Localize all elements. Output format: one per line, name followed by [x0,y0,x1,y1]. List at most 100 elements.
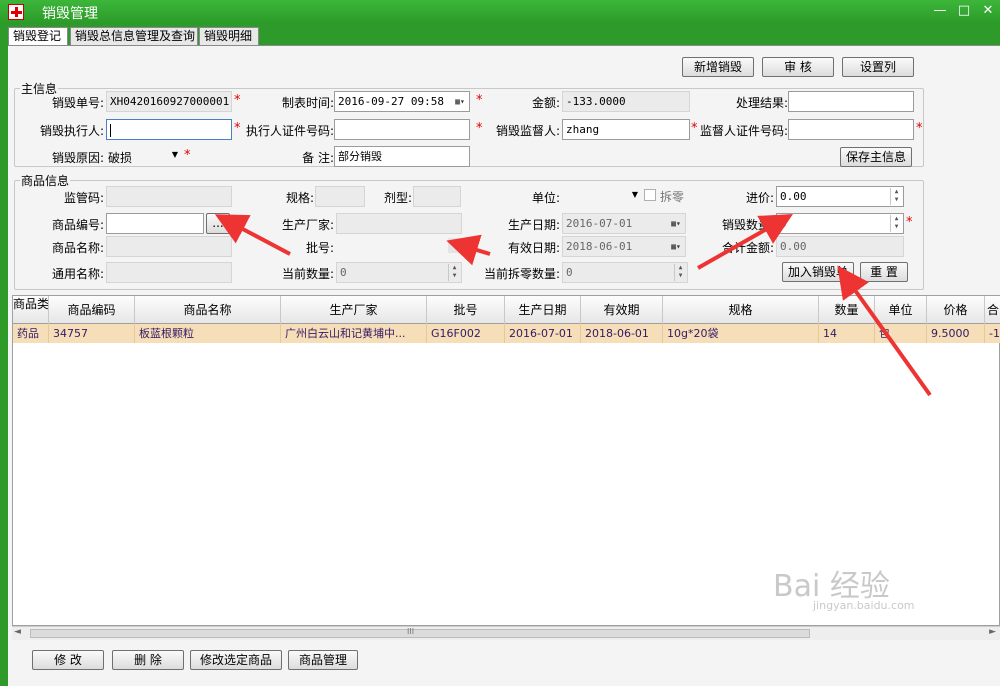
tab-destroy-detail[interactable]: 销毁明细 [199,27,259,45]
doc-no-field: XH0420160927000001 [106,91,232,112]
current-split-qty-label: 当前拆零数量: [483,267,560,281]
manufacturer-label: 生产厂家: [281,218,334,232]
table-cell: 2016-07-01 [505,324,581,343]
spinner-arrows[interactable]: ▲ ▼ [890,188,902,205]
spinner-arrows[interactable]: ▲ ▼ [890,215,902,232]
required-mark: * [234,215,241,230]
spin-down-icon[interactable]: ▼ [891,223,902,231]
spec-label: 规格: [285,191,314,205]
amount-label: 金额: [531,96,560,110]
split-checkbox[interactable] [644,189,656,201]
amount-field: -133.0000 [562,91,690,112]
table-cell: G16F002 [427,324,505,343]
supervisor-id-label: 监督人证件号码: [699,124,788,138]
spin-up-icon[interactable]: ▲ [891,215,902,223]
dosage-field [413,186,461,207]
column-header[interactable]: 价格 [927,296,985,324]
destroy-qty-label: 销毁数量: [721,218,774,232]
calendar-dropdown-icon: ▦▾ [671,242,681,251]
executor-label: 销毁执行人: [39,124,104,138]
dropdown-arrow-icon[interactable]: ▼ [632,190,638,199]
production-date-label: 生产日期: [507,218,560,232]
executor-id-input[interactable] [334,119,470,140]
scroll-right-icon[interactable]: ► [989,627,996,637]
total-amount-label: 合计金额: [721,241,774,255]
dosage-label: 剂型: [383,191,412,205]
table-cell: 药品 [13,324,49,343]
created-time-picker[interactable]: 2016-09-27 09:58 ▦▾ [334,91,470,112]
edit-selected-goods-button[interactable]: 修改选定商品 [190,650,282,670]
spinner-arrows: ▲ ▼ [448,264,460,281]
close-button[interactable]: ✕ [978,2,998,20]
table-cell: 14 [819,324,875,343]
scroll-left-icon[interactable]: ◄ [14,627,21,637]
note-input[interactable]: 部分销毁 [334,146,470,167]
column-header[interactable]: 合 [985,296,1000,324]
unit-select[interactable]: ▼ [562,186,640,206]
table-cell: 包 [875,324,927,343]
maximize-button[interactable]: □ [954,2,974,20]
spin-up-icon: ▲ [452,264,457,271]
destroy-qty-spinner[interactable]: 0 ▲ ▼ [776,213,904,234]
manufacturer-field [336,213,462,234]
executor-id-label: 执行人证件号码: [245,124,334,138]
executor-input[interactable] [106,119,232,140]
scroll-thumb[interactable]: III [30,627,810,638]
current-qty-spinner: 0 ▲ ▼ [336,262,462,283]
supervise-code-label: 监管码: [63,191,104,205]
browse-goods-button[interactable]: ... [206,213,230,234]
horizontal-scrollbar[interactable]: ◄ III ► [12,626,1000,640]
purchase-price-spinner[interactable]: 0.00 ▲ ▼ [776,186,904,207]
set-columns-button[interactable]: 设置列 [842,57,914,77]
column-header[interactable]: 单位 [875,296,927,324]
current-split-qty-value: 0 [566,266,573,279]
scroll-grip-icon: III [407,627,415,636]
edit-button[interactable]: 修 改 [32,650,104,670]
production-date-value: 2016-07-01 [566,217,633,230]
table-cell: 2018-06-01 [581,324,663,343]
result-input[interactable] [788,91,914,112]
reset-button[interactable]: 重 置 [860,262,908,282]
spin-down-icon: ▼ [678,272,683,279]
column-header[interactable]: 生产日期 [505,296,581,324]
title-bar: 销毁管理 — □ ✕ [0,0,1000,24]
table-cell: -1 [989,327,1000,340]
required-mark: * [234,93,241,108]
table-row[interactable]: 药品 34757 板蓝根颗粒 广州白云山和记黄埔中... G16F002 201… [13,324,1000,343]
current-split-qty-spinner: 0 ▲ ▼ [562,262,688,283]
tab-destroy-summary[interactable]: 销毁总信息管理及查询 [70,27,198,45]
tab-destroy-register[interactable]: 销毁登记 [8,27,68,46]
new-destroy-button[interactable]: 新增销毁 [682,57,754,77]
supervise-code-field [106,186,232,207]
audit-button[interactable]: 审 核 [762,57,834,77]
table-cell: 34757 [49,324,135,343]
required-mark: * [906,215,913,230]
goods-management-button[interactable]: 商品管理 [288,650,358,670]
column-header[interactable]: 生产厂家 [281,296,427,324]
goods-no-input[interactable] [106,213,204,234]
column-header[interactable]: 有效期 [581,296,663,324]
save-main-info-button[interactable]: 保存主信息 [840,147,912,167]
add-to-destroy-list-button[interactable]: 加入销毁单 [782,262,854,282]
required-mark: * [916,121,923,136]
column-header[interactable]: 数量 [819,296,875,324]
column-header[interactable]: 规格 [663,296,819,324]
goods-table: 商品类型 商品编码 商品名称 生产厂家 批号 生产日期 有效期 规格 数量 单位… [12,295,1000,626]
delete-button[interactable]: 删 除 [112,650,184,670]
supervisor-input[interactable]: zhang [562,119,690,140]
spin-up-icon[interactable]: ▲ [891,188,902,196]
tab-content: 新增销毁 审 核 设置列 主信息 销毁单号: XH042016092700000… [8,45,1000,686]
batch-no-label: 批号: [305,241,334,255]
reason-select[interactable]: 破损 ▼ [106,146,180,166]
column-header[interactable]: 商品类型 [13,296,49,324]
spin-down-icon[interactable]: ▼ [891,196,902,204]
supervisor-id-input[interactable] [788,119,914,140]
column-header[interactable]: 商品名称 [135,296,281,324]
column-header[interactable]: 商品编码 [49,296,135,324]
spin-up-icon: ▲ [678,264,683,271]
dropdown-arrow-icon[interactable]: ▼ [172,150,178,159]
calendar-dropdown-icon[interactable]: ▦▾ [453,94,467,109]
common-name-field [106,262,232,283]
column-header[interactable]: 批号 [427,296,505,324]
minimize-button[interactable]: — [930,2,950,20]
